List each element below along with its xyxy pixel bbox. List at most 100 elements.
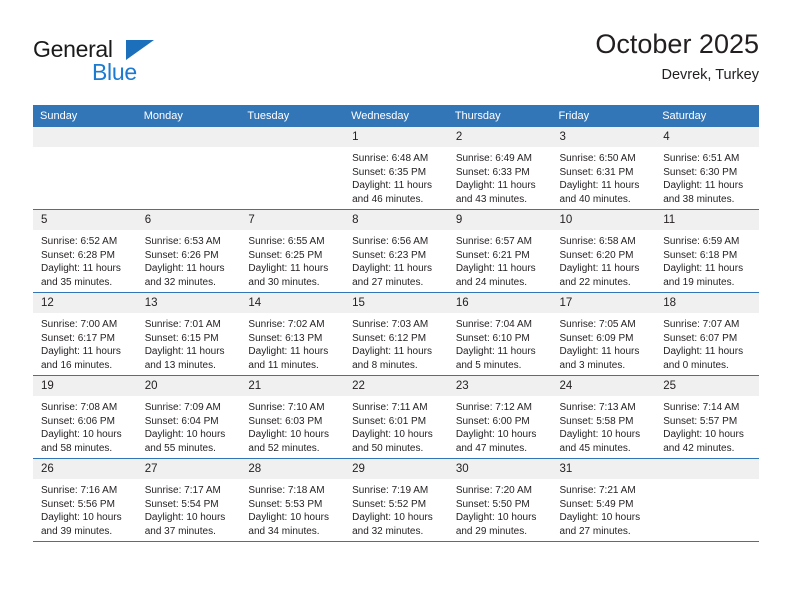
calendar-day-cell[interactable]: 12 Sunrise: 7:00 AM Sunset: 6:17 PM Dayligh… (33, 292, 137, 376)
calendar-day-cell[interactable]: 15 Sunrise: 7:03 AM Sunset: 6:12 PM Dayligh… (344, 292, 448, 376)
daylight-text: Daylight: 10 hours (352, 512, 433, 524)
sunrise-text: Sunrise: 6:49 AM (455, 153, 532, 164)
daylight-text-cont: and 47 minutes. (455, 442, 527, 454)
calendar-day-cell[interactable]: 28 Sunrise: 7:18 AM Sunset: 5:53 PM Dayligh… (240, 458, 345, 542)
day-number (33, 127, 137, 147)
calendar-week-row: 26 Sunrise: 7:16 AM Sunset: 5:56 PM Dayligh… (33, 458, 759, 542)
sunset-text: Sunset: 6:12 PM (352, 332, 427, 344)
day-number: 16 (447, 293, 552, 313)
sunset-text: Sunset: 6:31 PM (559, 166, 634, 178)
sunset-text: Sunset: 5:56 PM (41, 498, 115, 510)
calendar-day-cell[interactable]: 11 Sunrise: 6:59 AM Sunset: 6:18 PM Dayligh… (655, 209, 759, 293)
sunrise-text: Sunrise: 7:08 AM (41, 402, 118, 413)
day-number: 31 (551, 459, 656, 479)
daylight-text-cont: and 3 minutes. (559, 359, 626, 371)
daylight-text-cont: and 11 minutes. (248, 359, 319, 371)
weekday-header-monday: Monday (136, 105, 241, 127)
page-title: October 2025 (595, 29, 759, 59)
calendar-day-cell[interactable]: 24 Sunrise: 7:13 AM Sunset: 5:58 PM Dayligh… (551, 375, 656, 459)
day-number: 19 (33, 376, 137, 396)
calendar-day-cell[interactable]: 6 Sunrise: 6:53 AM Sunset: 6:26 PM Daylight… (136, 209, 241, 293)
calendar-day-cell[interactable]: 30 Sunrise: 7:20 AM Sunset: 5:50 PM Dayligh… (447, 458, 552, 542)
day-number: 27 (136, 459, 241, 479)
calendar-day-cell[interactable]: 29 Sunrise: 7:19 AM Sunset: 5:52 PM Dayligh… (344, 458, 448, 542)
sunrise-text: Sunrise: 7:01 AM (144, 319, 221, 330)
calendar-day-cell[interactable]: 5 Sunrise: 6:52 AM Sunset: 6:28 PM Daylight… (33, 209, 137, 293)
sunrise-text: Sunrise: 6:52 AM (41, 236, 118, 247)
daylight-text-cont: and 8 minutes. (352, 359, 418, 371)
daylight-text: Daylight: 11 hours (248, 263, 329, 275)
calendar-day-cell[interactable]: 19 Sunrise: 7:08 AM Sunset: 6:06 PM Dayligh… (33, 375, 137, 459)
daylight-text: Daylight: 10 hours (41, 429, 122, 441)
day-number: 17 (551, 293, 656, 313)
daylight-text: Daylight: 11 hours (559, 180, 640, 192)
daylight-text-cont: and 30 minutes. (248, 276, 320, 288)
daylight-text-cont: and 0 minutes. (663, 359, 729, 371)
calendar-cell-empty (655, 458, 759, 542)
daylight-text: Daylight: 10 hours (144, 429, 226, 441)
daylight-text-cont: and 45 minutes. (559, 442, 631, 454)
calendar-day-cell[interactable]: 13 Sunrise: 7:01 AM Sunset: 6:15 PM Dayligh… (136, 292, 241, 376)
weekday-header-sunday: Sunday (33, 105, 137, 127)
calendar-day-cell[interactable]: 17 Sunrise: 7:05 AM Sunset: 6:09 PM Dayligh… (551, 292, 656, 376)
day-details: Sunrise: 7:07 AM Sunset: 6:07 PM Daylight:… (655, 313, 759, 372)
sunset-text: Sunset: 6:26 PM (144, 249, 219, 261)
calendar-week-row: 5 Sunrise: 6:52 AM Sunset: 6:28 PM Daylight… (33, 209, 759, 293)
calendar-day-cell[interactable]: 18 Sunrise: 7:07 AM Sunset: 6:07 PM Dayligh… (655, 292, 759, 376)
daylight-text: Daylight: 11 hours (663, 180, 744, 192)
day-details: Sunrise: 7:17 AM Sunset: 5:54 PM Daylight:… (137, 479, 241, 538)
calendar-day-cell[interactable]: 8 Sunrise: 6:56 AM Sunset: 6:23 PM Daylight… (344, 209, 448, 293)
calendar-day-cell[interactable]: 7 Sunrise: 6:55 AM Sunset: 6:25 PM Daylight… (240, 209, 345, 293)
sunset-text: Sunset: 6:06 PM (41, 415, 115, 427)
calendar-day-cell[interactable]: 1 Sunrise: 6:48 AM Sunset: 6:35 PM Daylight… (344, 127, 448, 210)
sunrise-text: Sunrise: 6:51 AM (663, 153, 740, 164)
calendar-day-cell[interactable]: 9 Sunrise: 6:57 AM Sunset: 6:21 PM Daylight… (447, 209, 552, 293)
sunrise-text: Sunrise: 6:48 AM (352, 153, 429, 164)
calendar-day-cell[interactable]: 27 Sunrise: 7:17 AM Sunset: 5:54 PM Dayligh… (136, 458, 241, 542)
day-number: 30 (447, 459, 552, 479)
day-number: 25 (655, 376, 759, 396)
calendar-day-cell[interactable]: 26 Sunrise: 7:16 AM Sunset: 5:56 PM Dayligh… (33, 458, 137, 542)
day-number (240, 127, 345, 147)
calendar-day-cell[interactable]: 20 Sunrise: 7:09 AM Sunset: 6:04 PM Dayligh… (136, 375, 241, 459)
calendar-day-cell[interactable]: 14 Sunrise: 7:02 AM Sunset: 6:13 PM Dayligh… (240, 292, 345, 376)
sunrise-text: Sunrise: 7:11 AM (352, 402, 428, 413)
title-block: October 2025 Devrek, Turkey (595, 28, 759, 86)
daylight-text-cont: and 38 minutes. (663, 193, 735, 205)
daylight-text-cont: and 52 minutes. (248, 442, 320, 454)
sunrise-text: Sunrise: 7:17 AM (144, 485, 221, 496)
daylight-text-cont: and 22 minutes. (559, 276, 631, 288)
sunrise-text: Sunrise: 7:04 AM (455, 319, 532, 330)
daylight-text-cont: and 27 minutes. (352, 276, 424, 288)
sunset-text: Sunset: 5:54 PM (144, 498, 219, 510)
sunrise-text: Sunrise: 7:10 AM (248, 402, 325, 413)
calendar-day-cell[interactable]: 2 Sunrise: 6:49 AM Sunset: 6:33 PM Daylight… (447, 127, 552, 210)
calendar-day-cell[interactable]: 3 Sunrise: 6:50 AM Sunset: 6:31 PM Daylight… (551, 127, 656, 210)
daylight-text-cont: and 13 minutes. (144, 359, 216, 371)
daylight-text: Daylight: 11 hours (455, 263, 536, 275)
calendar-day-cell[interactable]: 10 Sunrise: 6:58 AM Sunset: 6:20 PM Dayligh… (551, 209, 656, 293)
daylight-text: Daylight: 11 hours (455, 180, 536, 192)
calendar-day-cell[interactable]: 21 Sunrise: 7:10 AM Sunset: 6:03 PM Dayligh… (240, 375, 345, 459)
calendar-day-cell[interactable]: 22 Sunrise: 7:11 AM Sunset: 6:01 PM Dayligh… (344, 375, 448, 459)
page-subtitle: Devrek, Turkey (661, 67, 760, 83)
weekday-header-saturday: Saturday (655, 105, 759, 127)
calendar-day-cell[interactable]: 25 Sunrise: 7:14 AM Sunset: 5:57 PM Dayligh… (655, 375, 759, 459)
sunrise-text: Sunrise: 6:55 AM (248, 236, 325, 247)
calendar-day-cell[interactable]: 4 Sunrise: 6:51 AM Sunset: 6:30 PM Daylight… (655, 127, 759, 210)
day-number: 28 (240, 459, 345, 479)
day-number: 9 (447, 210, 552, 230)
day-number: 3 (551, 127, 656, 147)
sunset-text: Sunset: 6:20 PM (559, 249, 634, 261)
sunset-text: Sunset: 6:04 PM (144, 415, 219, 427)
daylight-text: Daylight: 11 hours (663, 346, 744, 358)
daylight-text-cont: and 5 minutes. (455, 359, 522, 371)
daylight-text: Daylight: 10 hours (352, 429, 433, 441)
calendar-day-cell[interactable]: 31 Sunrise: 7:21 AM Sunset: 5:49 PM Dayligh… (551, 458, 656, 542)
calendar-day-cell[interactable]: 23 Sunrise: 7:12 AM Sunset: 6:00 PM Dayligh… (447, 375, 552, 459)
day-details: Sunrise: 7:10 AM Sunset: 6:03 PM Daylight:… (240, 396, 344, 455)
daylight-text-cont: and 55 minutes. (144, 442, 216, 454)
day-number: 18 (655, 293, 759, 313)
calendar-day-cell[interactable]: 16 Sunrise: 7:04 AM Sunset: 6:10 PM Dayligh… (447, 292, 552, 376)
daylight-text: Daylight: 10 hours (663, 429, 744, 441)
